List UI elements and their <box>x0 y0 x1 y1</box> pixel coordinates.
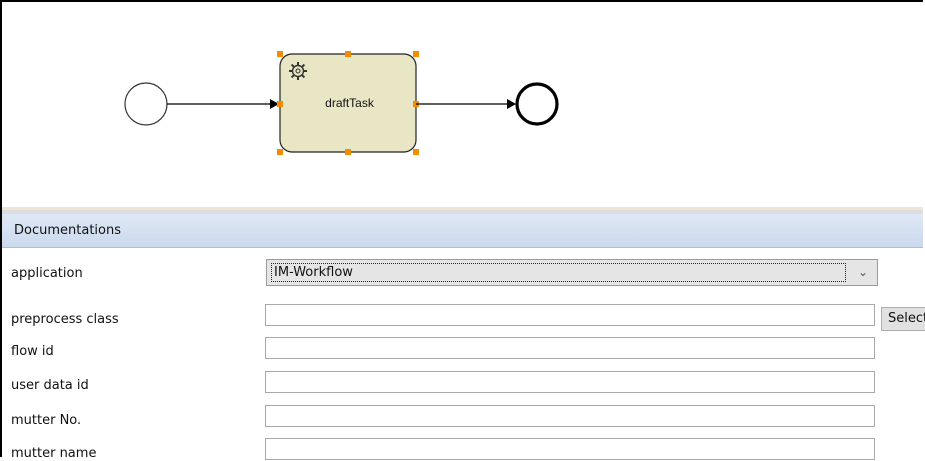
mutter-name-label: mutter name <box>11 446 97 461</box>
user-data-id-label: user data id <box>11 378 89 393</box>
end-event[interactable] <box>515 82 559 126</box>
user-data-id-input[interactable] <box>265 371 875 393</box>
application-selected-value: IM-Workflow <box>271 263 846 282</box>
select-button[interactable]: Select <box>881 307 925 331</box>
preprocess-class-input[interactable] <box>265 304 875 326</box>
mutter-no-label: mutter No. <box>11 413 82 428</box>
start-event[interactable] <box>124 82 168 126</box>
preprocess-class-label: preprocess class <box>11 312 119 327</box>
diagram-svg <box>124 51 559 155</box>
documentations-section-header[interactable]: Documentations <box>2 214 923 248</box>
task-label: draftTask <box>325 96 374 110</box>
application-label: application <box>11 266 83 281</box>
flow-id-input[interactable] <box>265 337 875 359</box>
chevron-down-icon[interactable]: ⌄ <box>855 264 871 280</box>
application-select[interactable]: IM-Workflow ⌄ <box>266 259 878 286</box>
properties-form: application IM-Workflow ⌄ preprocess cla… <box>2 249 925 461</box>
process-diagram-canvas[interactable]: draftTask <box>2 2 923 207</box>
section-title: Documentations <box>14 223 121 238</box>
mutter-no-input[interactable] <box>265 405 875 427</box>
flow-id-label: flow id <box>11 344 54 359</box>
